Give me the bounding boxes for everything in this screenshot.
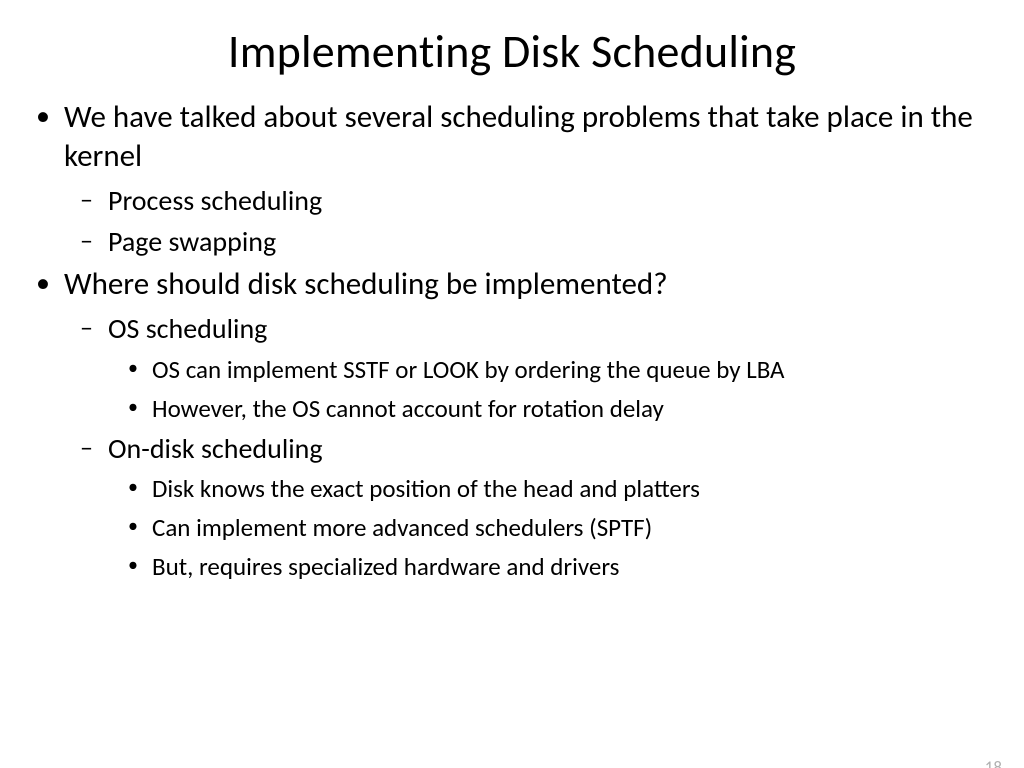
list-item: However, the OS cannot account for rotat… <box>126 391 994 426</box>
list-item: On-disk scheduling Disk knows the exact … <box>78 430 994 585</box>
bullet-text: We have talked about several scheduling … <box>64 98 973 175</box>
slide: Implementing Disk Scheduling We have tal… <box>0 24 1024 768</box>
bullet-list-lvl2: Process scheduling Page swapping <box>64 182 994 262</box>
bullet-text: Where should disk scheduling be implemen… <box>64 265 668 303</box>
list-item: Where should disk scheduling be implemen… <box>34 265 994 584</box>
list-item: Process scheduling <box>78 182 994 220</box>
bullet-text: But, requires specialized hardware and d… <box>152 551 619 582</box>
bullet-text: However, the OS cannot account for rotat… <box>152 393 664 424</box>
list-item: Can implement more advanced schedulers (… <box>126 510 994 545</box>
slide-title: Implementing Disk Scheduling <box>0 24 1024 80</box>
page-number: 18 <box>985 757 1002 768</box>
list-item: OS can implement SSTF or LOOK by orderin… <box>126 352 994 387</box>
list-item: Page swapping <box>78 223 994 261</box>
bullet-text: Page swapping <box>108 224 276 259</box>
bullet-text: Process scheduling <box>108 183 322 218</box>
list-item: OS scheduling OS can implement SSTF or L… <box>78 310 994 426</box>
list-item: But, requires specialized hardware and d… <box>126 549 994 584</box>
bullet-text: OS can implement SSTF or LOOK by orderin… <box>152 354 785 385</box>
bullet-text: OS scheduling <box>108 311 267 346</box>
bullet-text: Disk knows the exact position of the hea… <box>152 473 700 504</box>
list-item: We have talked about several scheduling … <box>34 98 994 261</box>
bullet-text: On-disk scheduling <box>108 431 323 466</box>
bullet-list-lvl3: OS can implement SSTF or LOOK by orderin… <box>108 352 994 426</box>
bullet-list-lvl1: We have talked about several scheduling … <box>34 98 994 584</box>
slide-content: We have talked about several scheduling … <box>0 98 1024 584</box>
list-item: Disk knows the exact position of the hea… <box>126 471 994 506</box>
bullet-text: Can implement more advanced schedulers (… <box>152 512 652 543</box>
bullet-list-lvl2: OS scheduling OS can implement SSTF or L… <box>64 310 994 585</box>
bullet-list-lvl3: Disk knows the exact position of the hea… <box>108 471 994 584</box>
